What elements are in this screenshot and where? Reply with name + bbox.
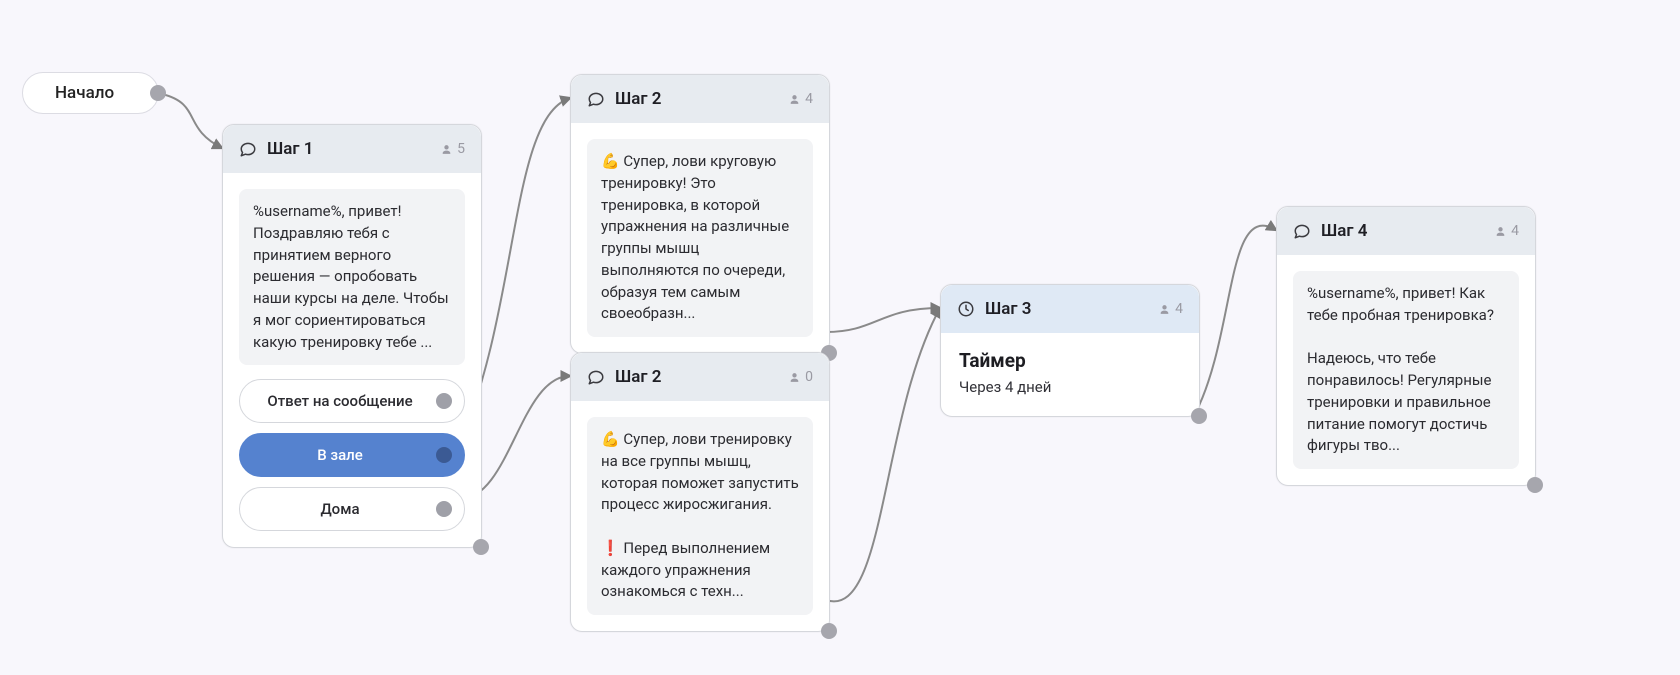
message-text: 💪 Супер, лови тренировку на все группы м… bbox=[587, 417, 813, 615]
message-text: %username%, привет! Как тебе пробная тре… bbox=[1293, 271, 1519, 469]
step-title: Шаг 1 bbox=[267, 139, 430, 159]
step-out-port[interactable] bbox=[1191, 408, 1207, 424]
reply-button-out-port[interactable] bbox=[436, 393, 452, 409]
clock-icon bbox=[957, 300, 975, 318]
step-header: Шаг 2 4 bbox=[571, 75, 829, 123]
speech-icon bbox=[587, 368, 605, 386]
step-body: %username%, привет! Как тебе пробная тре… bbox=[1277, 255, 1535, 485]
reply-button-label: Ответ на сообщение bbox=[267, 392, 412, 410]
speech-icon bbox=[1293, 222, 1311, 240]
user-count: 0 bbox=[788, 369, 813, 385]
user-count-value: 0 bbox=[805, 369, 813, 385]
step-body: 💪 Супер, лови круговую тренировку! Это т… bbox=[571, 123, 829, 353]
reply-button-list: Ответ на сообщение В зале Дома bbox=[239, 379, 465, 531]
user-count: 4 bbox=[1158, 301, 1183, 317]
user-count-value: 5 bbox=[457, 141, 465, 157]
message-text: %username%, привет! Поздравляю тебя с пр… bbox=[239, 189, 465, 365]
reply-button-label: Дома bbox=[320, 500, 359, 518]
start-out-port[interactable] bbox=[150, 85, 166, 101]
step-header: Шаг 3 4 bbox=[941, 285, 1199, 333]
speech-icon bbox=[587, 90, 605, 108]
step-card-s1[interactable]: Шаг 1 5 %username%, привет! Поздравляю теб… bbox=[222, 124, 482, 548]
flow-canvas[interactable]: Начало Шаг 1 5 %username%, привет! Поздравл… bbox=[0, 0, 1680, 675]
start-node[interactable]: Начало bbox=[22, 72, 159, 114]
start-label: Начало bbox=[55, 83, 114, 103]
user-count: 5 bbox=[440, 141, 465, 157]
step-header: Шаг 1 5 bbox=[223, 125, 481, 173]
reply-button-out-port[interactable] bbox=[436, 501, 452, 517]
user-count-value: 4 bbox=[1511, 223, 1519, 239]
reply-button[interactable]: Ответ на сообщение bbox=[239, 379, 465, 423]
step-card-s2a[interactable]: Шаг 2 4 💪 Супер, лови круговую тренировку!… bbox=[570, 74, 830, 354]
step-card-s2b[interactable]: Шаг 2 0 💪 Супер, лови тренировку на все гр… bbox=[570, 352, 830, 632]
step-title: Шаг 4 bbox=[1321, 221, 1484, 241]
step-header: Шаг 4 4 bbox=[1277, 207, 1535, 255]
step-out-port[interactable] bbox=[821, 623, 837, 639]
speech-icon bbox=[239, 140, 257, 158]
reply-button[interactable]: Дома bbox=[239, 487, 465, 531]
step-header: Шаг 2 0 bbox=[571, 353, 829, 401]
timer-subtitle: Через 4 дней bbox=[959, 378, 1181, 396]
timer-title: Таймер bbox=[959, 349, 1181, 372]
user-count-value: 4 bbox=[1175, 301, 1183, 317]
user-count: 4 bbox=[788, 91, 813, 107]
step-title: Шаг 3 bbox=[985, 299, 1148, 319]
step-out-port[interactable] bbox=[1527, 477, 1543, 493]
step-body: 💪 Супер, лови тренировку на все группы м… bbox=[571, 401, 829, 631]
step-body: %username%, привет! Поздравляю тебя с пр… bbox=[223, 173, 481, 547]
step-out-port[interactable] bbox=[473, 539, 489, 555]
reply-button-label: В зале bbox=[317, 446, 363, 464]
reply-button[interactable]: В зале bbox=[239, 433, 465, 477]
step-title: Шаг 2 bbox=[615, 89, 778, 109]
timer-body: Таймер Через 4 дней bbox=[941, 333, 1199, 416]
user-count-value: 4 bbox=[805, 91, 813, 107]
reply-button-out-port[interactable] bbox=[436, 447, 452, 463]
step-title: Шаг 2 bbox=[615, 367, 778, 387]
message-text: 💪 Супер, лови круговую тренировку! Это т… bbox=[587, 139, 813, 337]
step-card-s4[interactable]: Шаг 4 4 %username%, привет! Как тебе пробн… bbox=[1276, 206, 1536, 486]
user-count: 4 bbox=[1494, 223, 1519, 239]
step-card-s3[interactable]: Шаг 3 4 Таймер Через 4 дней bbox=[940, 284, 1200, 417]
